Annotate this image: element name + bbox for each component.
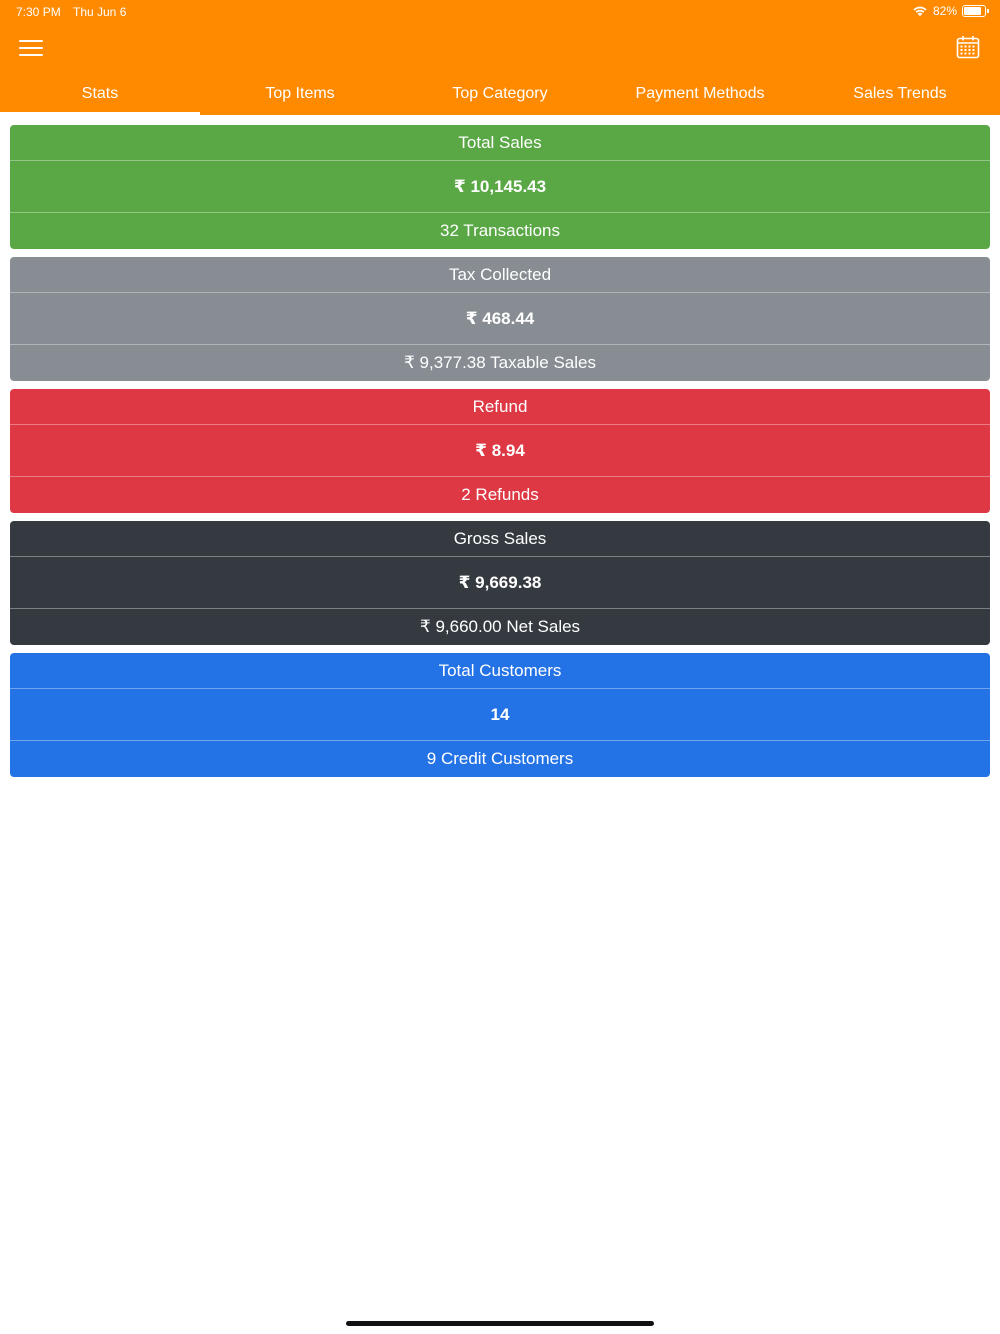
calendar-icon[interactable] (956, 35, 980, 59)
hamburger-menu-icon[interactable] (19, 38, 43, 58)
card-value: 14 (10, 689, 990, 741)
card-value: ₹ 8.94 (10, 425, 990, 477)
tax-collected-card: Tax Collected ₹ 468.44 ₹ 9,377.38 Taxabl… (10, 257, 990, 381)
home-indicator[interactable] (346, 1321, 654, 1326)
card-value: ₹ 9,669.38 (10, 557, 990, 609)
card-title: Gross Sales (10, 521, 990, 557)
app-header: 7:30 PM Thu Jun 6 82% Stats Top Items To… (0, 0, 1000, 115)
card-title: Total Customers (10, 653, 990, 689)
battery-icon (962, 5, 989, 17)
card-title: Refund (10, 389, 990, 425)
tab-sales-trends[interactable]: Sales Trends (800, 76, 1000, 115)
card-title: Total Sales (10, 125, 990, 161)
card-subtitle: 32 Transactions (439, 221, 560, 240)
status-time: 7:30 PM (16, 5, 61, 19)
tab-bar: Stats Top Items Top Category Payment Met… (0, 76, 1000, 115)
status-bar: 7:30 PM Thu Jun 6 82% (0, 0, 1000, 24)
card-subtitle: ₹ 9,377.38 Taxable Sales (404, 353, 596, 372)
tab-payment-methods[interactable]: Payment Methods (600, 76, 800, 115)
stats-cards: Total Sales ₹ 10,145.43 32 Transactions … (10, 125, 990, 785)
total-sales-card: Total Sales ₹ 10,145.43 32 Transactions (10, 125, 990, 249)
card-subtitle: 9 Credit Customers (426, 749, 574, 768)
tab-top-category[interactable]: Top Category (400, 76, 600, 115)
gross-sales-card: Gross Sales ₹ 9,669.38 ₹ 9,660.00 Net Sa… (10, 521, 990, 645)
total-customers-card: Total Customers 14 9 Credit Customers (10, 653, 990, 777)
card-title: Tax Collected (10, 257, 990, 293)
card-value: ₹ 468.44 (10, 293, 990, 345)
wifi-icon (913, 6, 927, 17)
tab-top-items[interactable]: Top Items (200, 76, 400, 115)
battery-percent: 82% (932, 4, 957, 18)
card-value: ₹ 10,145.43 (10, 161, 990, 213)
status-indicators: 82% (912, 4, 989, 18)
refund-card: Refund ₹ 8.94 2 Refunds (10, 389, 990, 513)
card-subtitle: 2 Refunds (461, 485, 539, 504)
card-subtitle: ₹ 9,660.00 Net Sales (419, 617, 581, 636)
status-date: Thu Jun 6 (73, 5, 127, 19)
tab-stats[interactable]: Stats (0, 76, 200, 115)
